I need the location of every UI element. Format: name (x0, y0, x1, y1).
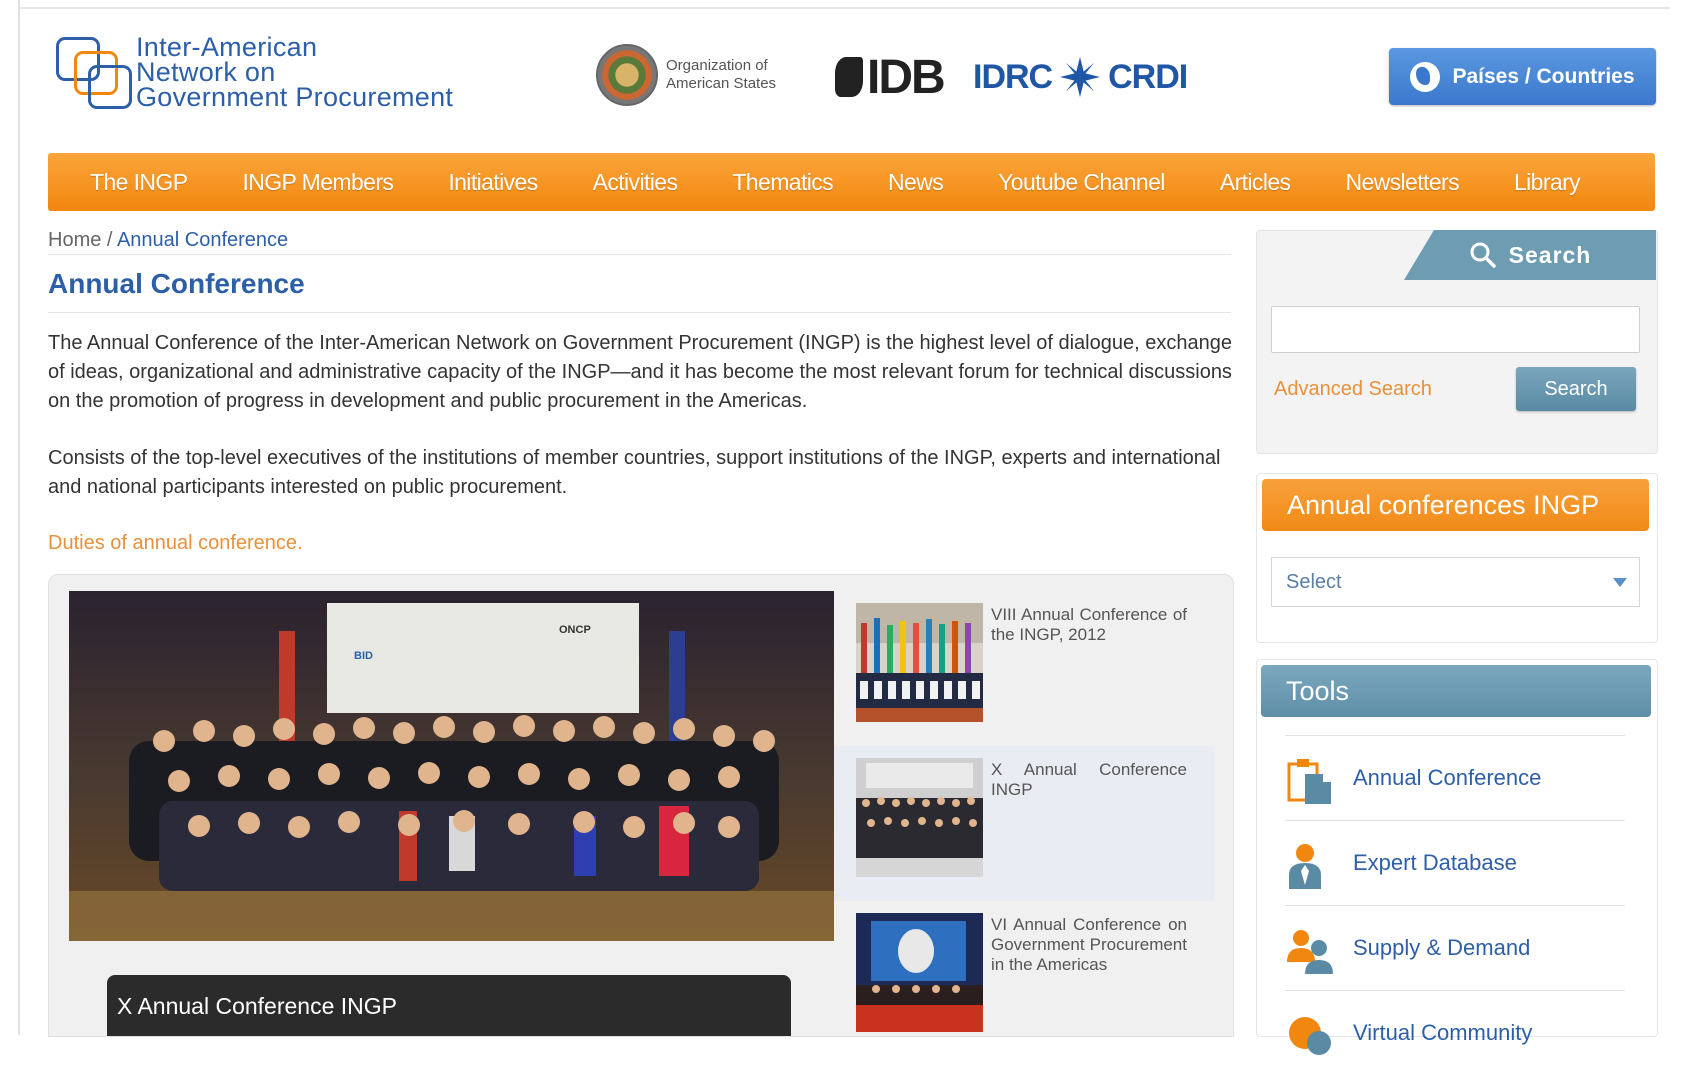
title-divider (48, 312, 1231, 313)
nav-item-newsletters[interactable]: Newsletters (1345, 169, 1459, 196)
thumbnail-image (856, 913, 983, 1032)
idrc-star-icon (1060, 57, 1101, 97)
thumbnail-label: VI Annual Conference on Government Procu… (991, 915, 1187, 974)
tool-label: Supply & Demand (1353, 935, 1531, 960)
idb-globe-icon (835, 57, 863, 97)
thumbnail-image (856, 758, 983, 877)
nav-item-thematics[interactable]: Thematics (732, 169, 833, 196)
oas-line: Organization of (666, 57, 768, 74)
search-button[interactable]: Search (1516, 367, 1636, 411)
tool-label: Annual Conference (1353, 765, 1542, 790)
nav-item-activities[interactable]: Activities (593, 169, 678, 196)
breadcrumb-divider (48, 254, 1231, 255)
group-photo-image: BID ONCP (69, 591, 834, 941)
thumbnail-item-active[interactable]: X Annual Conference INGP (834, 746, 1214, 901)
annual-conferences-header: Annual conferences INGP (1262, 479, 1649, 531)
idb-logo-text: IDB (867, 51, 946, 104)
search-tab-label: Search (1508, 241, 1592, 268)
nav-item-youtube-channel[interactable]: Youtube Channel (998, 169, 1165, 196)
page: Inter-American Network on Government Pro… (0, 0, 1683, 1055)
ingp-logo[interactable]: Inter-American Network on Government Pro… (54, 34, 454, 112)
conference-select[interactable]: Select (1271, 557, 1640, 607)
oas-seal-icon (596, 44, 658, 106)
thumbnail-item[interactable]: VIII Annual Conference of the INGP, 2012 (834, 591, 1214, 746)
breadcrumb: Home / Annual Conference (48, 229, 288, 252)
main-nav: The INGP INGP Members Initiatives Activi… (48, 153, 1655, 211)
oas-line: American States (666, 75, 777, 92)
tools-header: Tools (1261, 665, 1651, 717)
idrc-logo[interactable]: IDRC CRDI (973, 55, 1188, 99)
left-divider (18, 0, 20, 1035)
advanced-search-link[interactable]: Advanced Search (1274, 378, 1432, 401)
conference-gallery: BID ONCP X Annual Conference INGP VIII A… (48, 574, 1234, 1037)
breadcrumb-separator: / (101, 229, 117, 251)
tool-item-annual-conference[interactable]: Annual Conference (1285, 735, 1625, 820)
document-icon (1287, 759, 1331, 804)
crdi-text: CRDI (1108, 57, 1188, 96)
banner-bid-logo: BID (354, 650, 373, 662)
nav-item-initiatives[interactable]: Initiatives (448, 169, 538, 196)
expert-icon (1289, 844, 1321, 889)
thumbnail-list: VIII Annual Conference of the INGP, 2012… (834, 591, 1214, 1036)
ingp-logo-text: Inter-American Network on Government Pro… (136, 34, 454, 112)
nav-item-the-ingp[interactable]: The INGP (90, 169, 188, 196)
thumbnail-item[interactable]: VI Annual Conference on Government Procu… (834, 901, 1214, 1056)
tool-item-supply-demand[interactable]: Supply & Demand (1285, 905, 1625, 990)
members-paragraph: Consists of the top-level executives of … (48, 447, 1221, 498)
search-input[interactable] (1271, 306, 1640, 353)
ingp-logo-mark (54, 36, 132, 109)
breadcrumb-current[interactable]: Annual Conference (117, 229, 288, 251)
intro-paragraph: The Annual Conference of the Inter-Ameri… (48, 332, 1232, 412)
tool-item-virtual-community[interactable]: Virtual Community (1285, 990, 1625, 1075)
search-icon (1470, 242, 1496, 268)
banner-oncp-logo: ONCP (559, 624, 591, 636)
community-icon (1289, 1017, 1331, 1055)
idrc-text: IDRC (973, 57, 1053, 96)
people-rows (69, 715, 834, 941)
nav-item-library[interactable]: Library (1514, 169, 1581, 196)
main-photo[interactable]: BID ONCP (69, 591, 834, 941)
tool-label: Expert Database (1353, 850, 1517, 875)
nav-item-articles[interactable]: Articles (1220, 169, 1291, 196)
photo-caption-text: X Annual Conference INGP (117, 993, 397, 1019)
photo-caption: X Annual Conference INGP (107, 975, 791, 1036)
breadcrumb-home[interactable]: Home (48, 229, 101, 251)
logo-line: Government Procurement (136, 82, 454, 112)
thumbnail-image (856, 603, 983, 722)
thumbnail-label: X Annual Conference INGP (991, 760, 1187, 799)
countries-button-label: Países / Countries (1452, 64, 1635, 88)
people-icon (1287, 930, 1333, 974)
globe-icon (1410, 61, 1441, 92)
nav-item-ingp-members[interactable]: INGP Members (242, 169, 393, 196)
oas-logo-text: Organization of American States (666, 57, 776, 93)
countries-button[interactable]: Países / Countries (1389, 48, 1656, 105)
search-tab: Search (1404, 230, 1656, 280)
page-title: Annual Conference (48, 268, 305, 299)
duties-link[interactable]: Duties of annual conference. (48, 532, 303, 555)
idb-logo[interactable]: IDB (835, 50, 946, 105)
thumbnail-label: VIII Annual Conference of the INGP, 2012 (991, 605, 1187, 644)
nav-item-news[interactable]: News (888, 169, 944, 196)
tool-item-expert-database[interactable]: Expert Database (1285, 820, 1625, 905)
chevron-down-icon (1613, 578, 1627, 587)
oas-logo[interactable]: Organization of American States (596, 44, 776, 106)
tool-label: Virtual Community (1353, 1020, 1533, 1045)
top-divider (20, 7, 1670, 9)
conference-select-value: Select (1286, 571, 1342, 593)
